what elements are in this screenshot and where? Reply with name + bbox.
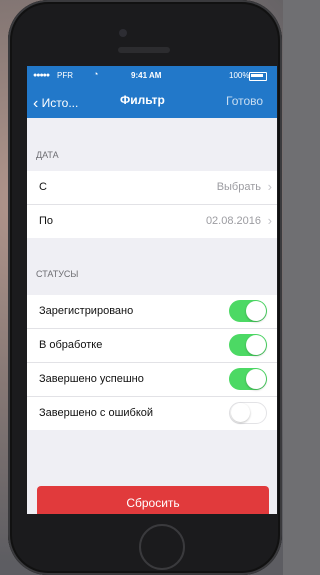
date-to-label: По [39, 215, 54, 227]
date-group: С Выбрать › По 02.08.2016 › [27, 171, 277, 238]
home-button[interactable] [139, 524, 185, 570]
date-to-value: 02.08.2016 [205, 215, 261, 227]
status-toggle-success[interactable] [229, 368, 267, 390]
status-label: В обработке [39, 339, 103, 351]
status-row-processing: В обработке [27, 329, 277, 363]
front-camera [119, 29, 127, 37]
chevron-right-icon: › [267, 213, 272, 228]
status-row-error: Завершено с ошибкой [27, 397, 277, 430]
earpiece-speaker [118, 47, 170, 53]
date-section-header: ДАТА [36, 150, 59, 160]
status-label: Зарегистрировано [39, 305, 134, 317]
status-toggle-processing[interactable] [229, 334, 267, 356]
status-time: 9:41 AM [131, 71, 162, 80]
chevron-right-icon: › [267, 179, 272, 194]
reset-button[interactable]: Сбросить [37, 486, 269, 514]
phone-screen: ●●●●● PFR ◔ 9:41 AM 100% ‹ Исто... Фильт… [27, 66, 277, 514]
status-bar: ●●●●● PFR ◔ 9:41 AM 100% [27, 66, 277, 84]
date-to-row[interactable]: По 02.08.2016 › [27, 205, 277, 238]
navigation-bar: ‹ Исто... Фильтр Готово [27, 84, 277, 118]
date-from-row[interactable]: С Выбрать › [27, 171, 277, 205]
date-from-value: Выбрать [216, 181, 261, 193]
status-row-registered: Зарегистрировано [27, 295, 277, 329]
done-button[interactable]: Готово [226, 94, 263, 108]
status-label: Завершено успешно [39, 373, 144, 385]
top-bar: ●●●●● PFR ◔ 9:41 AM 100% ‹ Исто... Фильт… [27, 66, 277, 118]
carrier-label: PFR [57, 71, 73, 80]
status-label: Завершено с ошибкой [39, 407, 154, 419]
status-toggle-error[interactable] [229, 402, 267, 424]
wifi-icon: ◔ [93, 69, 99, 79]
chevron-left-icon: ‹ [33, 95, 39, 112]
signal-icon: ●●●●● [33, 72, 50, 79]
status-row-success: Завершено успешно [27, 363, 277, 397]
battery-percent: 100% [229, 71, 250, 80]
date-from-label: С [39, 181, 47, 193]
statuses-group: Зарегистрировано В обработке Завершено у… [27, 295, 277, 430]
status-toggle-registered[interactable] [229, 300, 267, 322]
statuses-section-header: СТАТУСЫ [36, 269, 79, 279]
page-title: Фильтр [120, 93, 165, 107]
battery-icon [249, 72, 267, 81]
back-label: Исто... [41, 96, 79, 110]
back-button[interactable]: ‹ Исто... [33, 94, 78, 112]
